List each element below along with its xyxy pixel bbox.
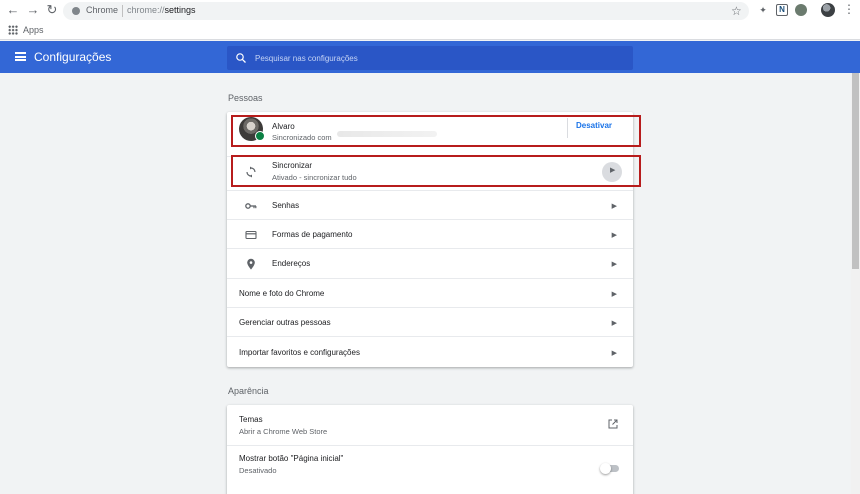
browser-toolbar: ← → ↻ Chrome chrome://settings ☆ ✦ N ⋮ — [0, 0, 860, 22]
chevron-right-icon: ▶ — [611, 291, 617, 298]
url-path: settings — [164, 5, 196, 15]
passwords-label: Senhas — [272, 201, 300, 210]
omnibox[interactable]: Chrome chrome://settings ☆ — [63, 2, 749, 20]
passwords-row[interactable]: Senhas ▶ — [227, 190, 633, 219]
apps-grid-icon[interactable] — [8, 25, 18, 35]
settings-header: Configurações — [0, 41, 860, 73]
chrome-name-photo-label: Nome e foto do Chrome — [239, 289, 325, 298]
profile-highlight-box — [231, 115, 641, 147]
apps-bookmark[interactable]: Apps — [23, 25, 44, 35]
themes-sub: Abrir a Chrome Web Store — [239, 427, 328, 436]
hamburger-menu-icon[interactable] — [15, 52, 26, 61]
payment-methods-label: Formas de pagamento — [272, 230, 353, 239]
omnibox-url[interactable]: chrome://settings — [127, 5, 196, 15]
manage-people-label: Gerenciar outras pessoas — [239, 318, 331, 327]
search-input[interactable] — [255, 50, 615, 66]
chevron-right-icon: ▶ — [611, 320, 617, 327]
chevron-right-icon: ▶ — [611, 232, 617, 239]
reload-icon[interactable]: ↻ — [45, 3, 59, 17]
people-card: Alvaro Sincronizado com Desativar Sincro… — [227, 112, 633, 367]
settings-search[interactable] — [227, 46, 633, 70]
sync-highlight-box — [231, 155, 641, 187]
home-button-toggle[interactable] — [600, 463, 619, 474]
page-scrollbar[interactable] — [851, 73, 860, 494]
bookmarks-bar: Apps — [0, 22, 860, 40]
url-scheme: chrome:// — [127, 5, 165, 15]
chrome-menu-icon[interactable]: ⋮ — [843, 2, 855, 16]
home-button-row[interactable]: Mostrar botão "Página inicial" Desativad… — [227, 445, 633, 485]
chrome-name-photo-row[interactable]: Nome e foto do Chrome ▶ — [227, 278, 633, 307]
back-arrow-icon[interactable]: ← — [6, 3, 20, 17]
addresses-label: Endereços — [272, 259, 311, 268]
import-bookmarks-label: Importar favoritos e configurações — [239, 348, 360, 357]
chevron-right-icon: ▶ — [611, 261, 617, 268]
profile-avatar-icon[interactable] — [821, 3, 835, 17]
open-external-icon[interactable] — [608, 419, 618, 429]
payment-methods-row[interactable]: Formas de pagamento ▶ — [227, 219, 633, 248]
page-title: Configurações — [34, 50, 112, 64]
omnibox-separator — [122, 5, 123, 17]
extension-globe-icon[interactable] — [795, 4, 807, 16]
section-title-people: Pessoas — [228, 93, 263, 103]
search-icon — [236, 53, 246, 63]
site-info-icon[interactable] — [72, 7, 80, 15]
manage-people-row[interactable]: Gerenciar outras pessoas ▶ — [227, 307, 633, 336]
extension-feather-icon[interactable]: ✦ — [757, 4, 769, 16]
key-icon — [245, 203, 257, 209]
themes-label: Temas — [239, 415, 263, 424]
themes-row[interactable]: Temas Abrir a Chrome Web Store — [227, 405, 633, 443]
forward-arrow-icon[interactable]: → — [26, 3, 40, 17]
location-pin-icon — [247, 258, 255, 270]
appearance-card: Temas Abrir a Chrome Web Store Mostrar b… — [227, 405, 633, 494]
scrollbar-thumb[interactable] — [852, 73, 859, 269]
home-button-status: Desativado — [239, 466, 277, 475]
chevron-right-icon: ▶ — [611, 203, 617, 210]
bookmark-star-icon[interactable]: ☆ — [731, 4, 742, 18]
home-button-label: Mostrar botão "Página inicial" — [239, 454, 344, 463]
credit-card-icon — [245, 230, 257, 240]
addresses-row[interactable]: Endereços ▶ — [227, 248, 633, 277]
omnibox-chrome-label: Chrome — [86, 5, 119, 15]
section-title-appearance: Aparência — [228, 386, 269, 396]
toggle-knob[interactable] — [600, 463, 611, 474]
import-bookmarks-row[interactable]: Importar favoritos e configurações ▶ — [227, 336, 633, 367]
extension-n-icon[interactable]: N — [776, 4, 788, 16]
chevron-right-icon: ▶ — [611, 350, 617, 357]
